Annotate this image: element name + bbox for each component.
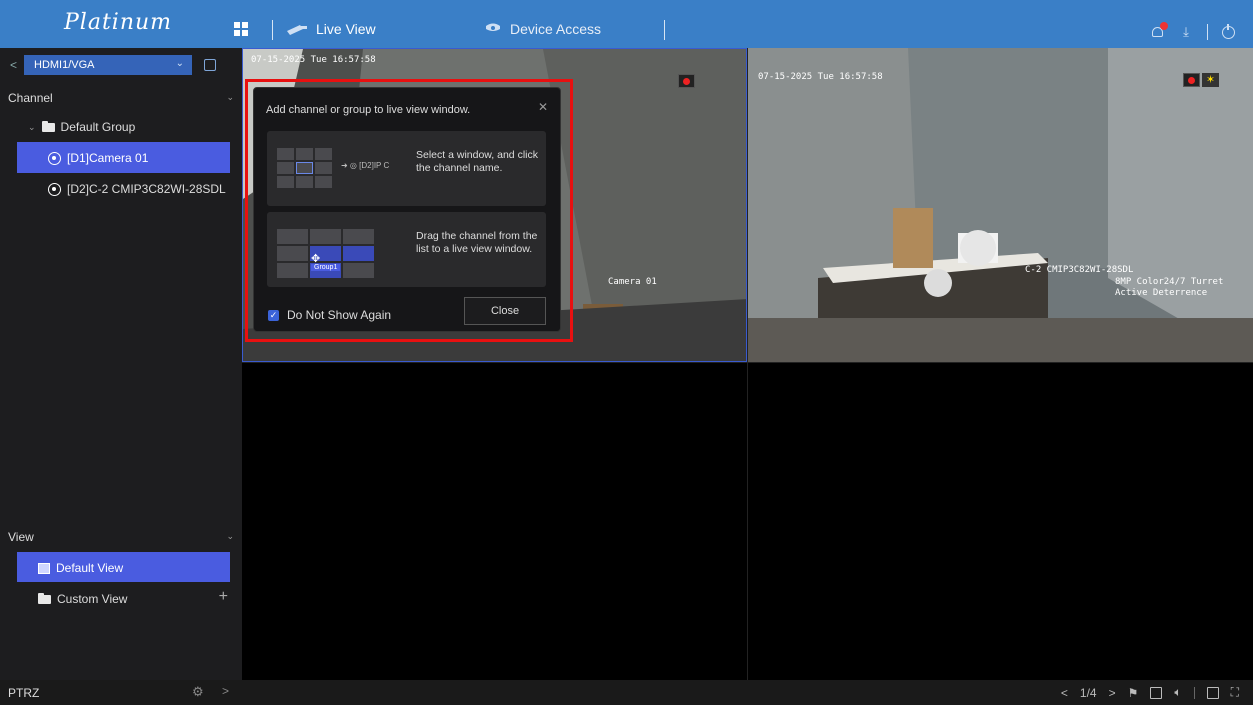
- bottom-bar: PTRZ ⚙ > < 1/4 > ⚑ 🔈︎ ⛶: [0, 680, 1253, 705]
- channel-camera-icon: [48, 151, 61, 165]
- tip-select-text: Select a window, and click the channel n…: [416, 149, 538, 174]
- chevron-down-icon: ⌄: [28, 121, 36, 132]
- channel-item-c2[interactable]: [D2]C-2 CMIP3C82WI-28SDL: [48, 182, 226, 196]
- divider: [1193, 686, 1195, 699]
- tip-channel-sample: ➜ ◎ [D2]IP C: [341, 161, 390, 170]
- fullscreen-icon[interactable]: ⛶: [1231, 685, 1239, 700]
- close-button[interactable]: Close: [464, 297, 546, 325]
- view-layout-icon: [38, 562, 50, 574]
- layout-grid-icon[interactable]: [1206, 686, 1219, 699]
- tab-live-view[interactable]: Live View: [286, 21, 376, 37]
- bottom-controls: < 1/4 > ⚑ 🔈︎ ⛶: [1061, 685, 1239, 700]
- top-right-icons: ⤓: [1151, 22, 1235, 40]
- tile-timestamp: 07-15-2025 Tue 16:57:58: [251, 55, 376, 65]
- view-label: Default View: [56, 561, 124, 575]
- chevron-left-icon[interactable]: <: [10, 58, 24, 72]
- folder-icon: [41, 120, 55, 132]
- channel-section-label: Channel: [8, 91, 53, 105]
- camera-feed-image: [748, 48, 1253, 362]
- tile-timestamp: 07-15-2025 Tue 16:57:58: [758, 72, 883, 82]
- app-logo: Platinum: [64, 10, 173, 35]
- record-icon: [678, 74, 695, 88]
- tab-live-view-label: Live View: [316, 21, 376, 37]
- checkbox-checked-icon[interactable]: ✓: [268, 309, 279, 321]
- chevron-down-icon[interactable]: ⌄: [226, 92, 234, 103]
- sidebar: < HDMI1/VGA ⌄ Channel ⌄ ⌄ Default Group …: [0, 48, 242, 680]
- camera-icon: [287, 25, 307, 35]
- channel-label: [D1]Camera 01: [67, 151, 149, 165]
- nav-divider: [664, 20, 665, 40]
- top-bar: Platinum Live View Device Access ⤓: [0, 0, 1253, 48]
- chevron-down-icon: ⌄: [175, 58, 184, 69]
- channel-item-camera-01[interactable]: [D1]Camera 01: [48, 151, 148, 165]
- tab-device-access-label: Device Access: [510, 21, 602, 37]
- add-view-icon[interactable]: +: [219, 588, 228, 606]
- divider: [1207, 24, 1208, 40]
- page-indicator: 1/4: [1079, 685, 1097, 700]
- channel-label: [D2]C-2 CMIP3C82WI-28SDL: [67, 182, 226, 196]
- motion-detection-icon: ✶: [1202, 73, 1219, 87]
- chevron-down-icon[interactable]: ⌄: [226, 531, 234, 542]
- tile-subtitle-line1: 8MP Color24/7 Turret: [1115, 277, 1224, 287]
- tile-subtitle-line2: Active Deterrence: [1115, 288, 1208, 298]
- download-icon[interactable]: ⤓: [1179, 25, 1193, 39]
- device-camera-icon: [486, 23, 500, 31]
- group-label: Default Group: [60, 120, 136, 134]
- live-tile-3[interactable]: [242, 362, 747, 680]
- record-icon: [1183, 73, 1200, 87]
- dialog-title: Add channel or group to live view window…: [266, 104, 471, 116]
- flag-icon[interactable]: ⚑: [1128, 686, 1139, 700]
- view-label: Custom View: [57, 592, 128, 606]
- chevron-right-icon[interactable]: >: [222, 684, 229, 698]
- tip-group-sample: Group1: [311, 264, 341, 271]
- gear-icon[interactable]: ⚙: [192, 684, 204, 700]
- folder-icon: [38, 592, 51, 604]
- tip-grid-illustration: [277, 148, 332, 188]
- checkbox-label: Do Not Show Again: [287, 308, 392, 322]
- tile-camera-name: C-2 CMIP3C82WI-28SDL: [1025, 265, 1134, 275]
- power-icon[interactable]: [1222, 23, 1235, 39]
- source-dropdown[interactable]: HDMI1/VGA ⌄: [24, 55, 192, 75]
- add-channel-dialog: Add channel or group to live view window…: [253, 87, 561, 332]
- tile-camera-name: Camera 01: [608, 277, 657, 287]
- menu-grid-icon[interactable]: [234, 22, 248, 36]
- view-section-label: View: [8, 530, 34, 544]
- tab-device-access[interactable]: Device Access: [484, 21, 601, 37]
- notification-bell-icon[interactable]: [1151, 22, 1168, 39]
- live-tile-2[interactable]: 07-15-2025 Tue 16:57:58 C-2 CMIP3C82WI-2…: [747, 48, 1253, 362]
- group-default[interactable]: ⌄ Default Group: [28, 120, 135, 134]
- tip-drag-text: Drag the channel from the list to a live…: [416, 230, 538, 255]
- layout-menu-icon[interactable]: [204, 59, 216, 71]
- channel-camera-icon: [48, 182, 61, 196]
- view-item-custom[interactable]: Custom View: [38, 592, 127, 606]
- close-icon[interactable]: ✕: [538, 100, 548, 114]
- audio-icon[interactable]: 🔈︎: [1174, 685, 1181, 700]
- source-selector[interactable]: < HDMI1/VGA ⌄: [10, 55, 232, 75]
- source-value: HDMI1/VGA: [34, 59, 95, 71]
- do-not-show-again[interactable]: ✓ Do Not Show Again: [268, 308, 391, 322]
- live-tile-4[interactable]: [747, 362, 1253, 680]
- prev-page-icon[interactable]: <: [1061, 686, 1068, 700]
- ptrz-label: PTRZ: [8, 686, 40, 700]
- next-page-icon[interactable]: >: [1109, 686, 1116, 700]
- tip-card-select: ➜ ◎ [D2]IP C Select a window, and click …: [267, 131, 546, 206]
- snapshot-icon[interactable]: [1150, 686, 1163, 699]
- view-item-default[interactable]: Default View: [38, 561, 123, 575]
- tip-card-drag: ✥ Group1 Drag the channel from the list …: [267, 212, 546, 287]
- nav-divider: [272, 20, 273, 40]
